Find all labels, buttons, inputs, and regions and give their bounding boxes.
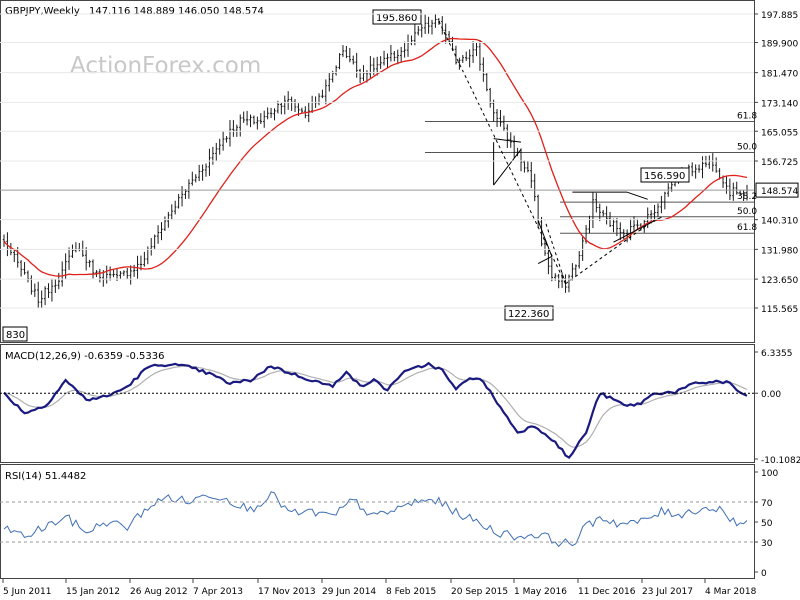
time-tick-label: 4 Mar 2018 bbox=[705, 587, 757, 597]
rsi-title: RSI(14) 51.4482 bbox=[5, 471, 86, 482]
price-tick-label: 115.565 bbox=[761, 305, 798, 315]
price-tick-label: 131.980 bbox=[761, 246, 798, 256]
time-tick-label: 1 May 2016 bbox=[514, 587, 567, 597]
time-tick-label: 20 Sep 2015 bbox=[451, 587, 508, 597]
time-tick-label: 8 Feb 2015 bbox=[386, 587, 436, 597]
watermark: ActionForex.com bbox=[70, 53, 261, 79]
macd-tick-label: 0.00 bbox=[761, 390, 781, 400]
rsi-tick-label: 70 bbox=[761, 499, 773, 509]
price-tick-label: 189.900 bbox=[761, 40, 798, 50]
time-tick-label: 5 Jun 2011 bbox=[3, 587, 51, 597]
left-price-label: 830 bbox=[6, 330, 25, 341]
ohlc-values: 147.116 148.889 146.050 148.574 bbox=[89, 6, 264, 17]
fib-level-label: 61.8 bbox=[737, 223, 757, 233]
symbol-label: GBPJPY,Weekly bbox=[5, 6, 80, 17]
chart-canvas: ActionForex.com GBPJPY,Weekly 147.116 14… bbox=[0, 0, 800, 600]
price-tick-label: 181.470 bbox=[761, 70, 798, 80]
time-tick-label: 26 Aug 2012 bbox=[130, 587, 188, 597]
price-tick-label: 156.725 bbox=[761, 158, 798, 168]
macd-title: MACD(12,26,9) -0.6359 -0.5336 bbox=[5, 351, 165, 362]
fib-level-label: 50.0 bbox=[737, 143, 757, 153]
fib-level-label: 50.0 bbox=[737, 207, 757, 217]
rsi-tick-label: 0 bbox=[761, 569, 767, 579]
time-tick-label: 11 Dec 2016 bbox=[578, 587, 636, 597]
time-tick-label: 29 Jun 2014 bbox=[322, 587, 376, 597]
macd-tick-label: -10.1082 bbox=[761, 456, 800, 466]
high-price-label: 195.860 bbox=[376, 13, 417, 24]
price-tick-label: 173.140 bbox=[761, 99, 798, 109]
time-tick-label: 7 Apr 2013 bbox=[193, 587, 243, 597]
macd-tick-label: 6.3355 bbox=[761, 349, 793, 359]
swing-price-label: 156.590 bbox=[644, 171, 685, 182]
low-price-label: 122.360 bbox=[508, 309, 549, 320]
price-tick-label: 123.650 bbox=[761, 276, 798, 286]
price-tick-label: 140.310 bbox=[761, 217, 798, 227]
time-tick-label: 23 Jul 2017 bbox=[642, 587, 693, 597]
price-tick-label: 165.055 bbox=[761, 128, 798, 138]
chart-symbol: GBPJPY,Weekly 147.116 148.889 146.050 14… bbox=[5, 6, 264, 17]
time-tick-label: 17 Nov 2013 bbox=[258, 587, 316, 597]
rsi-tick-label: 100 bbox=[761, 469, 778, 479]
fib-level-label: 61.8 bbox=[737, 111, 757, 121]
rsi-tick-label: 30 bbox=[761, 539, 773, 549]
rsi-tick-label: 50 bbox=[761, 519, 773, 529]
current-price-label: 148.574 bbox=[761, 187, 798, 197]
price-tick-label: 197.885 bbox=[761, 11, 798, 21]
time-tick-label: 15 Jan 2012 bbox=[66, 587, 120, 597]
